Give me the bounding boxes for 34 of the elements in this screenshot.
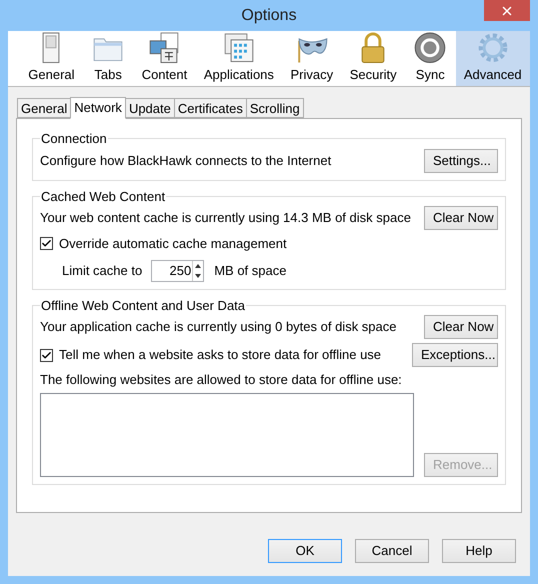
spin-field[interactable]: 250 (151, 260, 204, 282)
list-label: The following websites are allowed to store data for offline use: (40, 371, 403, 389)
close-button[interactable] (484, 0, 530, 21)
tab[interactable]: Scrolling (246, 98, 304, 118)
dialog-button[interactable]: OK (268, 539, 342, 563)
tab[interactable]: Update (124, 98, 175, 118)
exceptions-button[interactable]: Exceptions... (412, 343, 498, 367)
description-text: Configure how BlackHawk connects to the Internet (40, 152, 332, 170)
clear-now-button[interactable]: Clear Now (424, 315, 498, 339)
group-title: Cached Web Content (40, 188, 166, 206)
group-title: Offline Web Content and User Data (40, 296, 246, 314)
tab[interactable]: Network (70, 97, 126, 119)
dialog-button[interactable]: Help (442, 539, 516, 563)
description-text: Your application cache is currently using 0 bytes of disk space (40, 318, 396, 336)
windows-icon (222, 31, 256, 64)
category-tab[interactable]: Advanced (456, 31, 530, 86)
clear-now-button[interactable]: Clear Now (424, 206, 498, 230)
limit-label: Limit cache to (62, 262, 142, 280)
window-title: Options (241, 6, 297, 26)
unit-label: MB of space (214, 262, 286, 280)
tab[interactable]: Certificates (174, 98, 247, 118)
description-text: Your web content cache is currently using 14.3 MB of disk space (40, 209, 411, 228)
gear-icon (476, 31, 510, 64)
checkbox-label: Override automatic cache management (59, 235, 287, 253)
dialog-button[interactable]: Cancel (355, 539, 429, 563)
sync-icon (413, 31, 448, 64)
group-title: Connection (40, 130, 108, 148)
tab[interactable]: General (17, 98, 72, 118)
checkbox[interactable] (40, 237, 53, 250)
website-list[interactable] (40, 392, 414, 476)
checkbox[interactable] (40, 348, 53, 362)
settings-button[interactable]: Settings... (424, 148, 498, 172)
checkbox-label: Tell me when a website asks to store data for offline use (59, 346, 382, 364)
documents-icon (147, 31, 182, 64)
